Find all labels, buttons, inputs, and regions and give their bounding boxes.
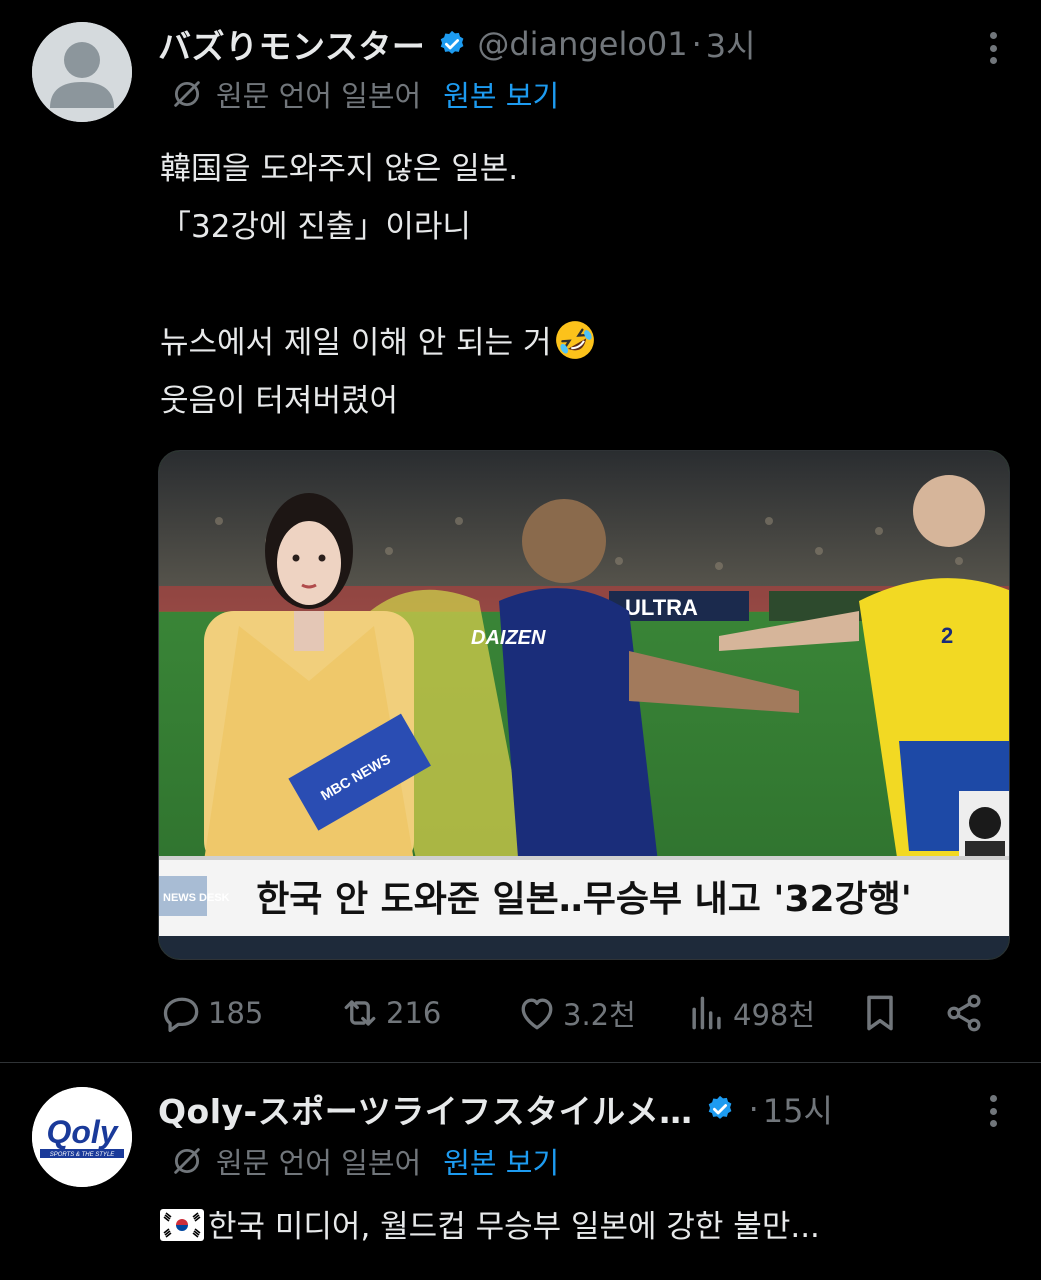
timestamp[interactable]: 3시 [706, 21, 756, 67]
repost-count: 216 [386, 996, 442, 1030]
news-broadcast-image: ULTRA DAIZEN 2 MBC NEWS NEWS DESK 한국 안 도… [159, 451, 1009, 959]
translation-notice: 원문 언어 일본어 원본 보기 [170, 1141, 559, 1181]
like-button[interactable]: 3.2천 [515, 990, 636, 1036]
tweet-text: 韓国을 도와주지 않은 일본. 「32강에 진출」이라니 뉴스에서 제일 이해 … [160, 140, 596, 430]
tweet-text-line: 웃음이 터져버렸어 [160, 383, 399, 419]
display-name[interactable]: Qoly-スポーツライフスタイルメ… [158, 1085, 693, 1133]
translation-label: 원문 언어 일본어 [216, 1146, 422, 1180]
tweet-text-line: 「32강에 진출」이라니 [160, 209, 471, 245]
reply-icon [163, 997, 199, 1033]
verified-badge-icon [708, 1095, 731, 1119]
tweet-1[interactable]: バズりモンスター @diangelo01 · 3시 원문 언어 일본어 원본 보… [0, 0, 1041, 1062]
translation-notice: 원문 언어 일본어 원본 보기 [170, 74, 559, 114]
jersey-name: DAIZEN [471, 627, 546, 649]
like-count: 3.2천 [563, 998, 636, 1032]
views-count: 498천 [733, 998, 816, 1032]
handle[interactable]: @diangelo01 [477, 25, 687, 63]
views-icon [692, 996, 721, 1030]
tweet-text-line-with-emoji: 뉴스에서 제일 이해 안 되는 거 [160, 314, 596, 372]
billboard-text: ULTRA [625, 595, 698, 620]
translation-label: 원문 언어 일본어 [216, 79, 422, 113]
svg-text:SPORTS & THE STYLE: SPORTS & THE STYLE [50, 1152, 116, 1158]
like-icon [521, 998, 553, 1030]
bookmark-button[interactable] [858, 990, 902, 1036]
svg-text:Qoly: Qoly [46, 1114, 119, 1150]
news-caption: 한국 안 도와준 일본‥무승부 내고 '32강행' [256, 879, 912, 920]
qoly-avatar[interactable]: Qoly SPORTS & THE STYLE [32, 1087, 132, 1187]
jersey-number: 2 [941, 623, 953, 648]
default-avatar-icon [32, 22, 132, 122]
tweet-actions: 185 216 3.2천 498천 [160, 990, 990, 1036]
bookmark-icon [867, 995, 893, 1031]
repost-icon [344, 1000, 376, 1026]
reply-button[interactable]: 185 [160, 990, 263, 1036]
tweet-text-line-with-flag: 한국 미디어, 월드컵 무승부 일본에 강한 불만... [160, 1198, 820, 1256]
qoly-logo-icon: Qoly SPORTS & THE STYLE [32, 1087, 132, 1187]
south-korea-flag-icon [160, 1209, 204, 1241]
separator-dot: · [748, 1090, 759, 1128]
timestamp[interactable]: 15시 [763, 1086, 833, 1132]
tweet-header: Qoly-スポーツライフスタイルメ… · 15시 [158, 1087, 833, 1131]
reply-count: 185 [208, 996, 264, 1030]
separator-dot: · [691, 25, 702, 63]
tweet-text-line: 뉴스에서 제일 이해 안 되는 거 [160, 325, 552, 361]
tweet-2[interactable]: Qoly SPORTS & THE STYLE Qoly-スポーツライフスタイル… [0, 1063, 1041, 1280]
display-name[interactable]: バズりモンスター [158, 20, 425, 68]
translate-icon [174, 1148, 200, 1174]
translate-icon [174, 81, 200, 107]
repost-button[interactable]: 216 [338, 990, 441, 1036]
tweet-text-line: 韓国을 도와주지 않은 일본. [160, 151, 519, 187]
default-avatar[interactable] [32, 22, 132, 122]
tweet-text-line: 한국 미디어, 월드컵 무승부 일본에 강한 불만... [208, 1209, 820, 1245]
share-button[interactable] [942, 990, 986, 1036]
verified-badge-icon [441, 30, 464, 54]
view-original-link[interactable]: 원본 보기 [443, 73, 559, 115]
tweet-header: バズりモンスター @diangelo01 · 3시 [158, 22, 756, 66]
more-options-icon[interactable] [985, 1091, 1001, 1131]
tweet-text: 한국 미디어, 월드컵 무승부 일본에 강한 불만... [160, 1198, 820, 1256]
tweet-image[interactable]: ULTRA DAIZEN 2 MBC NEWS NEWS DESK 한국 안 도… [158, 450, 1010, 960]
view-original-link[interactable]: 원본 보기 [443, 1140, 559, 1182]
tweet-text-blank-line [160, 256, 596, 314]
views-button[interactable]: 498천 [685, 990, 815, 1036]
more-options-icon[interactable] [985, 28, 1001, 68]
caption-side-text: NEWS DESK [163, 892, 230, 904]
share-icon [947, 994, 981, 1032]
rolling-laughing-emoji-icon [555, 321, 594, 359]
